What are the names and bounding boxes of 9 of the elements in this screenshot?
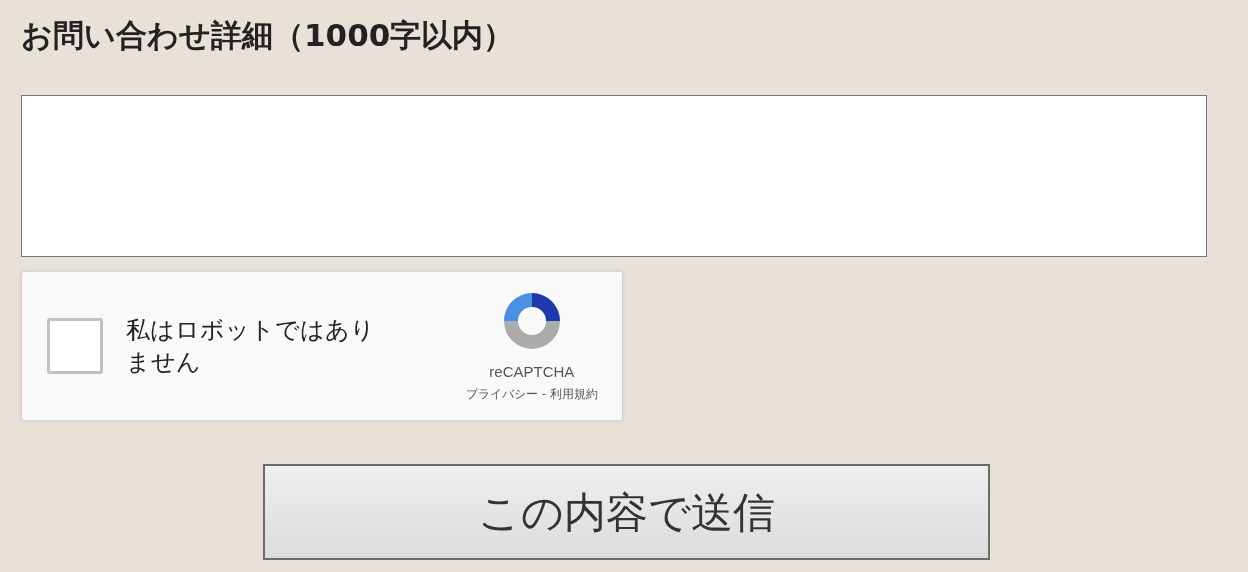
inquiry-textarea[interactable] (21, 95, 1207, 257)
captcha-label: 私はロボットではありません (126, 315, 376, 378)
submit-button[interactable]: この内容で送信 (263, 464, 990, 560)
captcha-checkbox[interactable] (47, 318, 103, 374)
privacy-link[interactable]: プライバシー (465, 385, 538, 404)
recaptcha-brand: reCAPTCHA (489, 361, 575, 382)
terms-link[interactable]: 利用規約 (550, 385, 598, 404)
field-label: お問い合わせ詳細（1000字以内） (21, 16, 515, 55)
link-separator: - (541, 386, 546, 404)
